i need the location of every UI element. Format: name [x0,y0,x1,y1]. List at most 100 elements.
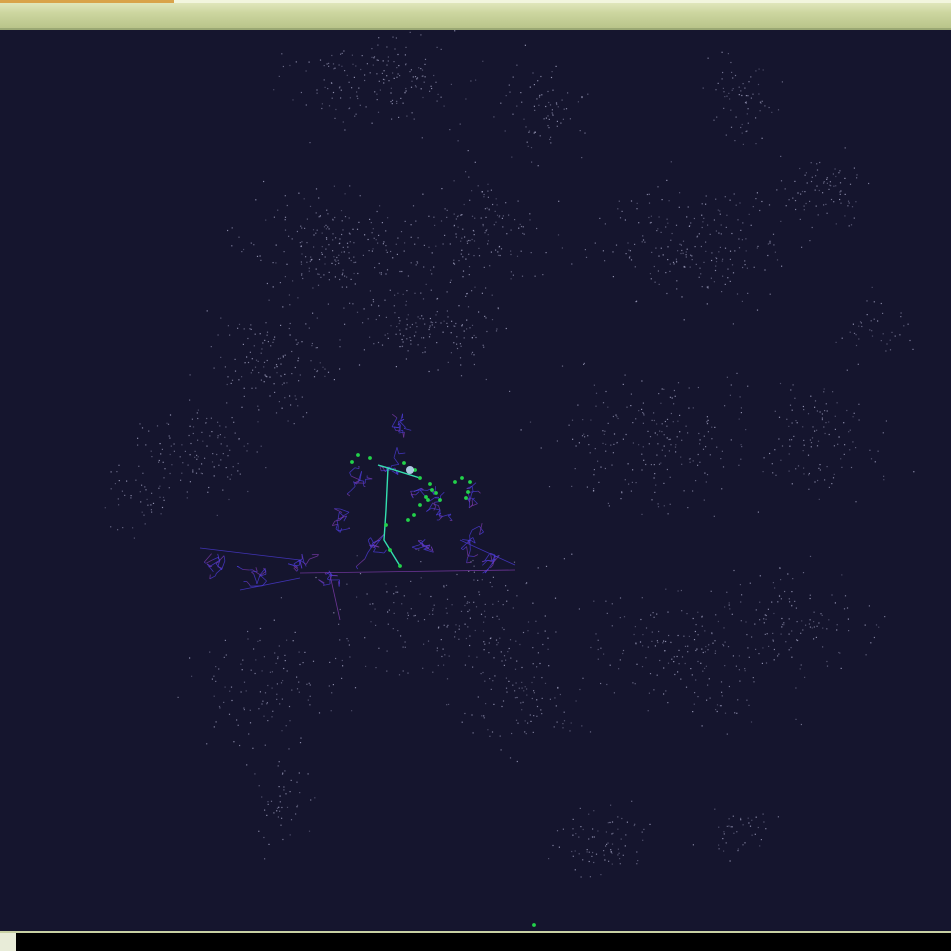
background-point [301,396,303,398]
network-node[interactable] [384,523,388,527]
network-node[interactable] [412,513,416,517]
background-point [685,686,688,688]
background-point [250,328,252,330]
background-point [778,594,781,597]
network-node[interactable] [428,482,432,486]
background-point [226,383,228,386]
background-point [247,630,249,633]
background-point [223,656,225,658]
background-point [733,569,735,572]
network-node[interactable] [438,498,442,502]
background-point [648,202,651,204]
background-point [491,294,493,296]
network-node[interactable] [350,460,354,464]
background-point [474,217,476,219]
background-point [540,75,542,78]
network-edge [411,546,418,550]
background-point [338,64,340,66]
background-point [309,205,312,207]
background-point [730,439,732,441]
background-point [140,501,142,503]
background-point [624,219,626,221]
background-point [130,495,132,497]
background-point [612,415,614,418]
network-edge [427,488,431,491]
background-point [483,193,485,196]
background-point [716,116,718,118]
network-node[interactable] [434,491,438,495]
background-point [721,488,723,490]
network-node[interactable] [453,480,457,484]
background-point [420,68,422,70]
background-point [210,417,212,419]
background-point [826,628,828,630]
network-node[interactable] [356,453,360,457]
network-node[interactable] [424,495,428,499]
background-point [697,696,699,698]
background-point [688,387,690,389]
network-node[interactable] [468,480,472,484]
network-node[interactable] [464,496,468,500]
background-point [807,413,810,415]
background-point [705,446,707,448]
network-node[interactable] [402,461,406,465]
background-point [660,402,662,404]
background-point [349,302,351,304]
background-point [191,418,193,420]
background-point [230,474,233,476]
background-point [316,347,318,349]
background-point [386,64,388,66]
background-point [739,396,741,398]
background-point [420,292,422,294]
network-node[interactable] [388,548,392,552]
background-point [402,670,404,672]
network-edge [215,573,217,576]
network-node[interactable] [406,518,410,522]
network-node[interactable] [398,564,402,568]
window-titlebar[interactable] [0,0,951,30]
network-node[interactable] [466,490,470,494]
network-visualization-svg[interactable] [0,30,951,931]
background-point [706,699,708,701]
background-point [186,497,188,499]
background-point [313,376,316,378]
background-point [442,331,444,333]
background-point [339,238,341,240]
background-point [334,117,336,119]
background-point [837,443,839,445]
background-point [795,718,797,720]
background-point [606,843,608,845]
titlebar-tab[interactable] [0,0,174,3]
background-point [341,233,343,236]
background-point [309,142,311,144]
network-node[interactable] [430,488,434,492]
background-point [189,454,191,456]
network-node[interactable] [460,476,464,480]
network-node[interactable] [418,476,422,480]
focus-node[interactable] [406,466,414,474]
background-point [409,71,411,73]
network-edge [287,563,295,566]
background-point [724,712,727,714]
background-point [849,429,851,431]
background-point [411,323,413,326]
background-point [364,79,366,82]
background-point [404,646,406,648]
network-canvas[interactable] [0,30,951,931]
network-node[interactable] [368,456,372,460]
background-point [681,463,683,465]
background-point [455,322,457,325]
status-bar-corner-block[interactable] [0,933,16,951]
network-node[interactable] [418,503,422,507]
background-point [520,429,522,431]
background-point [446,626,448,628]
background-point [732,815,734,817]
background-point [744,842,746,844]
background-point [715,89,717,91]
background-point [483,196,485,198]
active-nodes[interactable] [350,453,536,927]
background-point [516,255,519,257]
network-node[interactable] [532,923,536,927]
background-point [377,242,379,244]
background-point [856,174,858,176]
